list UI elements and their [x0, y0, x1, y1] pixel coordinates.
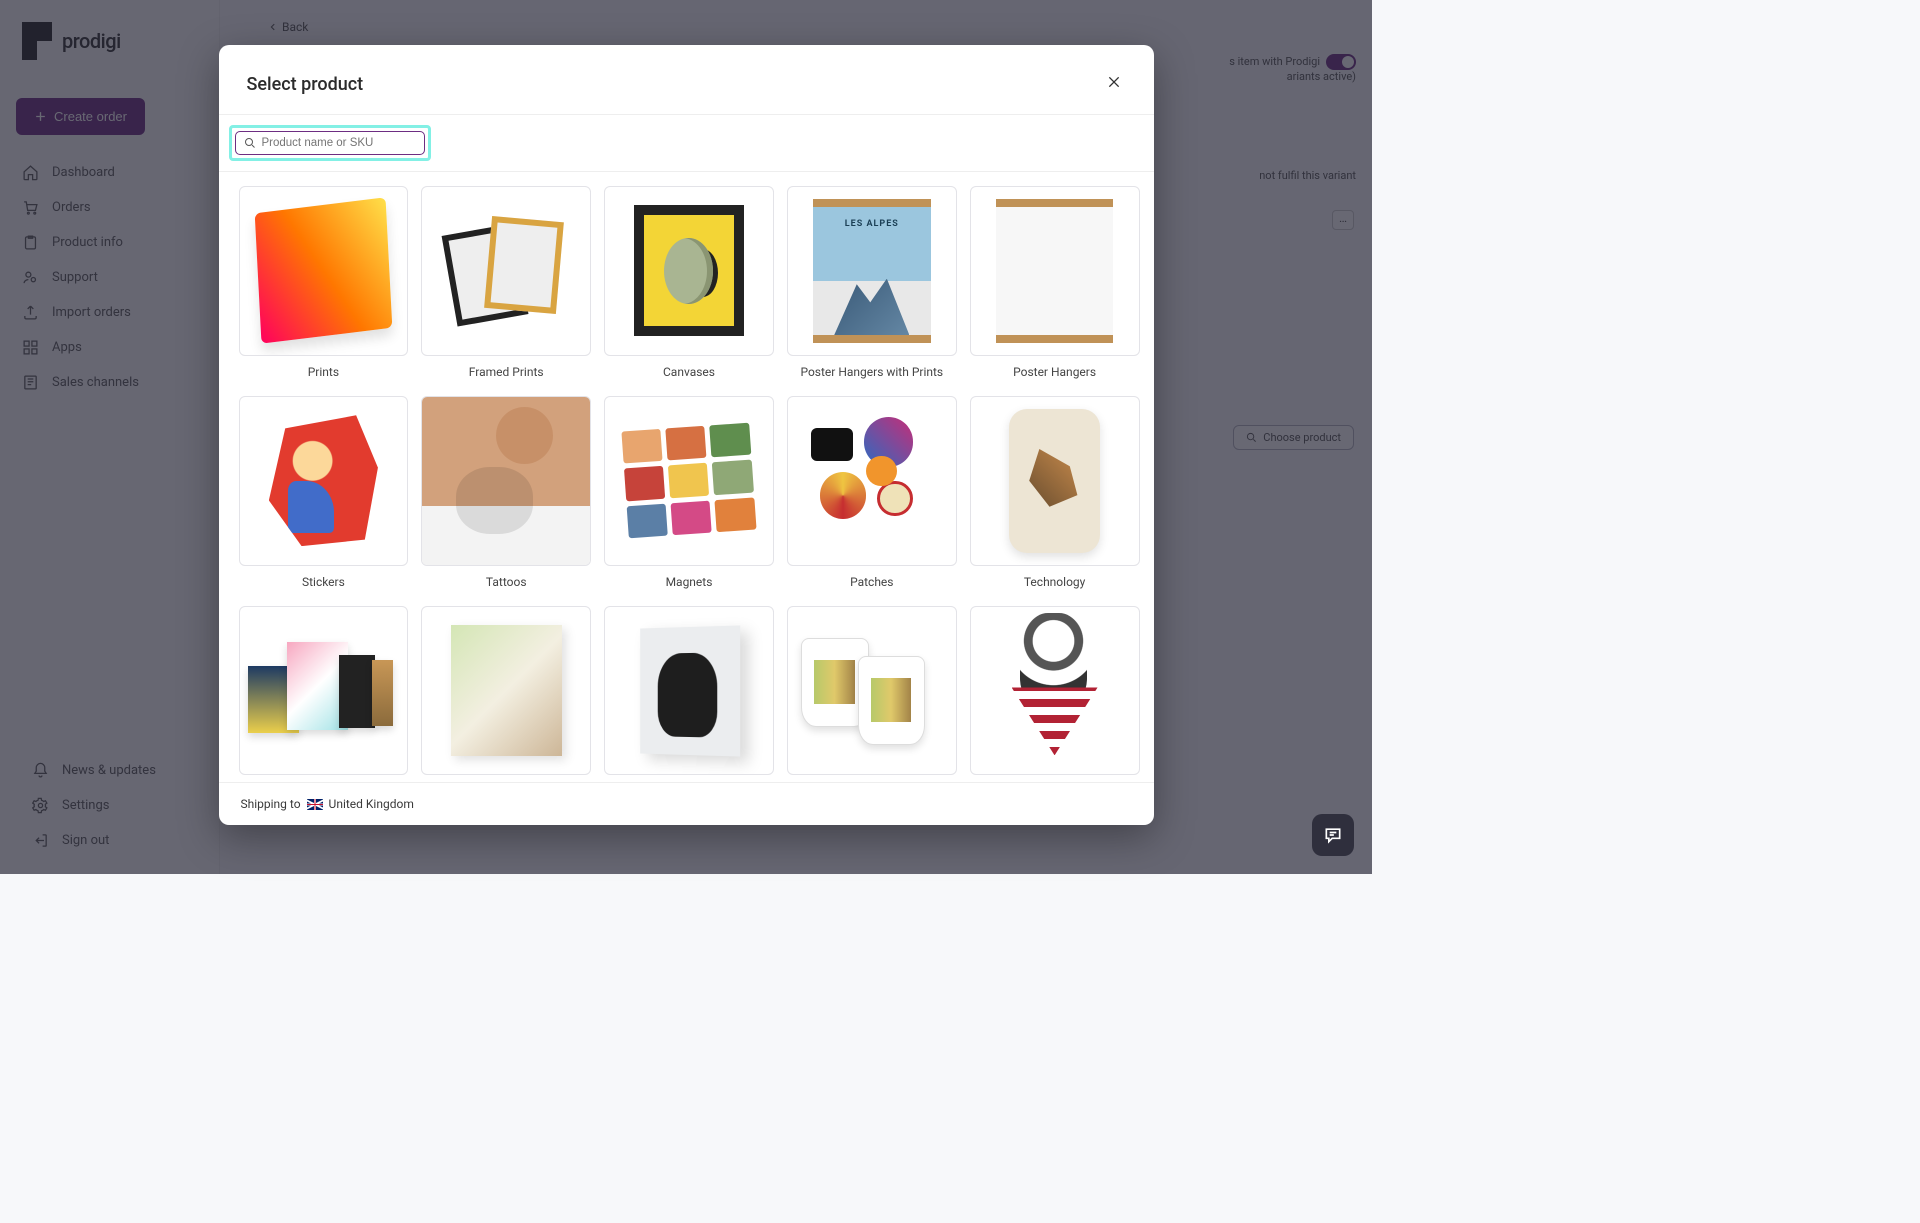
product-metal[interactable]: Metal — [604, 606, 774, 782]
product-gallery-boards[interactable]: Gallery Boards — [239, 606, 409, 782]
product-thumb — [604, 396, 774, 566]
product-tattoos[interactable]: Tattoos — [421, 396, 591, 593]
product-thumb — [787, 606, 957, 776]
product-label: Canvases — [604, 356, 774, 383]
product-stickers[interactable]: Stickers — [239, 396, 409, 593]
search-box[interactable] — [235, 131, 425, 155]
product-framed-prints[interactable]: Framed Prints — [421, 186, 591, 383]
product-poster-hangers[interactable]: Poster Hangers — [970, 186, 1140, 383]
product-prints[interactable]: Prints — [239, 186, 409, 383]
product-label: Metal — [604, 775, 774, 782]
product-thumb — [421, 606, 591, 776]
product-label: Prints — [239, 356, 409, 383]
search-area — [219, 114, 1154, 172]
close-icon — [1106, 74, 1122, 90]
product-grid: Prints Framed Prints Canvases LES ALPES — [239, 186, 1140, 782]
product-technology[interactable]: Technology — [970, 396, 1140, 593]
product-thumb — [239, 396, 409, 566]
search-input[interactable] — [262, 137, 416, 149]
product-label: Framed Prints — [421, 356, 591, 383]
product-label: Gallery Boards — [239, 775, 409, 782]
product-label: Magnets — [604, 566, 774, 593]
product-thumb: LES ALPES — [787, 186, 957, 356]
product-home-living[interactable]: Home & Living — [787, 606, 957, 782]
product-thumb — [970, 606, 1140, 776]
product-label: Panels — [421, 775, 591, 782]
product-thumb — [239, 186, 409, 356]
product-pets[interactable]: Pets — [970, 606, 1140, 782]
product-label: Tattoos — [421, 566, 591, 593]
product-label: Patches — [787, 566, 957, 593]
shipping-to-label: Shipping to — [241, 797, 301, 811]
product-magnets[interactable]: Magnets — [604, 396, 774, 593]
search-highlight — [229, 125, 431, 161]
product-thumb — [787, 396, 957, 566]
chat-button[interactable] — [1312, 814, 1354, 856]
modal-overlay[interactable]: Select product Prints — [0, 0, 1372, 874]
product-patches[interactable]: Patches — [787, 396, 957, 593]
select-product-modal: Select product Prints — [219, 45, 1154, 825]
modal-footer: Shipping to United Kingdom — [219, 782, 1154, 825]
search-icon — [244, 137, 256, 149]
product-label: Stickers — [239, 566, 409, 593]
product-poster-hangers-prints[interactable]: LES ALPES Poster Hangers with Prints — [787, 186, 957, 383]
product-label: Poster Hangers — [970, 356, 1140, 383]
product-thumb — [970, 396, 1140, 566]
product-thumb — [421, 186, 591, 356]
modal-title: Select product — [247, 74, 364, 95]
product-thumb — [970, 186, 1140, 356]
product-thumb — [421, 396, 591, 566]
product-label: Technology — [970, 566, 1140, 593]
product-thumb — [604, 186, 774, 356]
uk-flag-icon — [307, 799, 323, 810]
product-thumb — [604, 606, 774, 776]
close-button[interactable] — [1102, 69, 1126, 100]
modal-header: Select product — [219, 45, 1154, 114]
product-canvases[interactable]: Canvases — [604, 186, 774, 383]
product-thumb — [239, 606, 409, 776]
modal-body[interactable]: Prints Framed Prints Canvases LES ALPES — [219, 172, 1154, 782]
product-label: Home & Living — [787, 775, 957, 782]
shipping-country: United Kingdom — [329, 797, 414, 811]
chat-icon — [1323, 825, 1343, 845]
poster-art-title: LES ALPES — [813, 219, 930, 229]
product-label: Poster Hangers with Prints — [787, 356, 957, 383]
product-panels[interactable]: Panels — [421, 606, 591, 782]
